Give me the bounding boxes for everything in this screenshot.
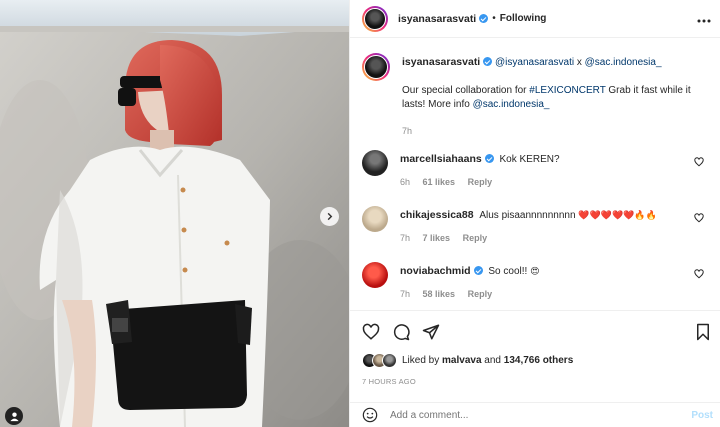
comment-emoji: ❤️❤️❤️❤️❤️🔥🔥 (578, 210, 657, 220)
caption-header: isyanasarasvati @isyanasarasvati x @sac.… (402, 55, 702, 70)
caption-username[interactable]: isyanasarasvati (402, 56, 480, 68)
post-actions (350, 310, 720, 352)
comment-meta: 7h 58 likes Reply (400, 289, 539, 299)
post-photo (0, 0, 349, 427)
commenter-username[interactable]: marcellsiahaans (400, 153, 482, 165)
caption-time: 7h (402, 126, 413, 136)
comment-text-line: chikajessica88 Alus pisaannnnnnnnn ❤️❤️❤… (400, 209, 657, 221)
chevron-right-icon (327, 212, 333, 221)
post-media[interactable] (0, 0, 349, 427)
liker-avatars[interactable] (362, 353, 402, 368)
liked-by-prefix: Liked by (402, 355, 440, 366)
comment-bubble-icon[interactable] (392, 323, 410, 341)
post-details-panel: isyanasarasvati • Following isyanasarasv… (349, 0, 720, 427)
comment-row: noviabachmid So cool!! 😍 7h 58 likes Rep… (362, 262, 712, 299)
separator-dot: • (492, 13, 496, 24)
comment-text-line: noviabachmid So cool!! 😍 (400, 265, 539, 277)
comment-row: marcellsiahaans Kok KEREN? 6h 61 likes R… (362, 150, 712, 187)
comment-row: chikajessica88 Alus pisaannnnnnnnn ❤️❤️❤… (362, 206, 712, 243)
caption-row: isyanasarasvati @isyanasarasvati x @sac.… (362, 53, 712, 138)
add-comment-bar: Post (350, 402, 720, 427)
user-icon (9, 411, 19, 421)
caption-text-part: Our special collaboration for (402, 85, 527, 96)
comment-text: Kok KEREN? (499, 154, 560, 165)
liked-by-text: Liked by malvava and 134,766 others (402, 355, 573, 366)
commenter-avatar[interactable] (362, 262, 388, 288)
post-comment-button[interactable]: Post (691, 410, 713, 421)
liked-by-user[interactable]: malvava (442, 355, 481, 366)
verified-badge-icon (483, 57, 493, 66)
post-header: isyanasarasvati • Following (350, 0, 720, 38)
comment-body: noviabachmid So cool!! 😍 7h 58 likes Rep… (400, 262, 539, 299)
reply-button[interactable]: Reply (463, 233, 488, 243)
reply-button[interactable]: Reply (468, 177, 493, 187)
emoji-smiley-icon[interactable] (362, 407, 378, 423)
liked-by-and: and (484, 355, 501, 366)
verified-badge-icon (484, 154, 494, 163)
caption-mention[interactable]: @sac.indonesia_ (473, 99, 550, 110)
comment-likes[interactable]: 61 likes (423, 177, 456, 187)
caption-x: x (576, 57, 582, 68)
save-bookmark-icon[interactable] (695, 323, 711, 341)
comment-text: Alus pisaannnnnnnnn (479, 210, 576, 221)
following-button[interactable]: Following (500, 13, 547, 24)
comment-time: 7h (400, 233, 411, 243)
tagged-users-button[interactable] (5, 407, 23, 425)
caption-body: isyanasarasvati @isyanasarasvati x @sac.… (402, 53, 702, 138)
commenter-avatar[interactable] (362, 150, 388, 176)
comment-likes[interactable]: 58 likes (423, 289, 456, 299)
comment-meta: 6h 61 likes Reply (400, 177, 560, 187)
like-comment-heart-icon[interactable] (694, 157, 704, 167)
like-comment-heart-icon[interactable] (694, 269, 704, 279)
caption-mention[interactable]: @isyanasarasvati (495, 57, 574, 68)
verified-badge-icon (473, 266, 483, 275)
caption-hashtag[interactable]: #LEXICONCERT (529, 85, 605, 96)
like-heart-icon[interactable] (362, 323, 380, 341)
comment-input[interactable] (390, 409, 670, 421)
verified-badge-icon (479, 14, 489, 23)
commenter-username[interactable]: noviabachmid (400, 265, 471, 277)
next-slide-button[interactable] (320, 207, 339, 226)
comment-likes[interactable]: 7 likes (423, 233, 451, 243)
caption-mention[interactable]: @sac.indonesia_ (585, 57, 662, 68)
author-avatar[interactable] (362, 5, 388, 32)
post-modal: isyanasarasvati • Following isyanasarasv… (0, 0, 720, 427)
more-options-button[interactable] (697, 15, 711, 26)
comment-emoji: 😍 (530, 266, 540, 276)
liked-by-count[interactable]: 134,766 others (504, 355, 574, 366)
comment-body: chikajessica88 Alus pisaannnnnnnnn ❤️❤️❤… (400, 206, 657, 243)
author-username[interactable]: isyanasarasvati (398, 13, 476, 25)
comment-text-line: marcellsiahaans Kok KEREN? (400, 153, 560, 165)
post-timestamp: 7 HOURS AGO (362, 377, 416, 386)
commenter-username[interactable]: chikajessica88 (400, 209, 474, 221)
more-horizontal-icon (697, 19, 711, 23)
liked-by-row: Liked by malvava and 134,766 others (362, 353, 573, 368)
reply-button[interactable]: Reply (468, 289, 493, 299)
caption-text: Our special collaboration for #LEXICONCE… (402, 84, 702, 112)
commenter-avatar[interactable] (362, 206, 388, 232)
comment-body: marcellsiahaans Kok KEREN? 6h 61 likes R… (400, 150, 560, 187)
header-user-info: isyanasarasvati • Following (398, 13, 546, 25)
comment-time: 6h (400, 177, 411, 187)
like-comment-heart-icon[interactable] (694, 213, 704, 223)
caption-avatar[interactable] (362, 53, 390, 81)
share-paper-plane-icon[interactable] (422, 323, 440, 341)
comment-text: So cool!! (488, 266, 528, 277)
comment-time: 7h (400, 289, 411, 299)
comment-meta: 7h 7 likes Reply (400, 233, 657, 243)
